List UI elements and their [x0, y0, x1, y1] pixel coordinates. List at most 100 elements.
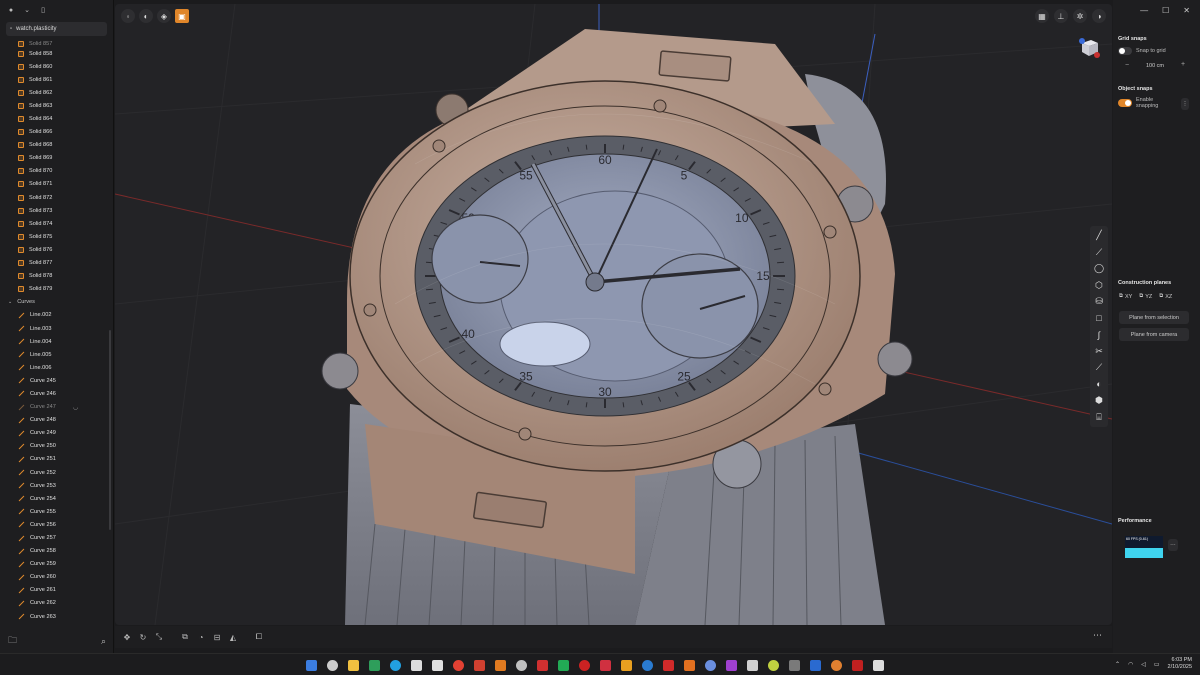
- file-tab[interactable]: ▫ watch.plasticity: [6, 22, 107, 36]
- cut-tool-icon[interactable]: ✂: [1092, 344, 1106, 360]
- render-mode-icon[interactable]: ✲: [1073, 9, 1087, 23]
- plane-button-xy[interactable]: ⧉ XY: [1119, 293, 1132, 300]
- list-item[interactable]: Solid 874: [0, 217, 110, 230]
- taskbar-app-icon[interactable]: [534, 657, 550, 673]
- grid-size-field[interactable]: 100 cm: [1135, 60, 1175, 72]
- list-item[interactable]: Curve 257: [0, 531, 110, 544]
- cylinder-tool-icon[interactable]: ⛁: [1092, 294, 1106, 310]
- taskbar-app-icon[interactable]: [408, 657, 424, 673]
- taskbar-app-icon[interactable]: [345, 657, 361, 673]
- taskbar-app-icon[interactable]: [702, 657, 718, 673]
- taskbar-app-icon[interactable]: [618, 657, 634, 673]
- snap-options-button[interactable]: ⋮: [1181, 98, 1189, 110]
- taskbar-app-icon[interactable]: [387, 657, 403, 673]
- list-item[interactable]: Curve 253: [0, 479, 110, 492]
- list-item[interactable]: Line.003: [0, 322, 110, 335]
- axes-icon[interactable]: ⊥: [1054, 9, 1068, 23]
- taskbar-app-icon[interactable]: [765, 657, 781, 673]
- scale-icon[interactable]: ⤡: [153, 631, 165, 643]
- taskbar-app-icon[interactable]: [807, 657, 823, 673]
- taskbar-app-icon[interactable]: [681, 657, 697, 673]
- performance-options-button[interactable]: ⋯: [1168, 539, 1178, 551]
- list-item[interactable]: Solid 864: [0, 112, 110, 125]
- box-tool-icon[interactable]: ⬢: [1092, 393, 1106, 409]
- list-item[interactable]: Line.005: [0, 348, 110, 361]
- visibility-hidden-icon[interactable]: ◡: [73, 404, 78, 411]
- list-item[interactable]: Curve 250: [0, 440, 110, 453]
- plane-from-selection-button[interactable]: Plane from selection: [1119, 311, 1189, 324]
- duplicate-icon[interactable]: ⧠: [253, 631, 265, 643]
- cylinder-solid-icon[interactable]: ⌸: [1092, 410, 1106, 426]
- plane-from-camera-button[interactable]: Plane from camera: [1119, 328, 1189, 341]
- list-item[interactable]: Solid 878: [0, 270, 110, 283]
- taskbar-app-icon[interactable]: [849, 657, 865, 673]
- chevron-down-icon[interactable]: ⌄: [8, 299, 12, 305]
- trim-tool-icon[interactable]: ⟋: [1092, 360, 1106, 376]
- move-icon[interactable]: ✥: [121, 631, 133, 643]
- plane-button-xz[interactable]: ⧉ XZ: [1159, 293, 1172, 300]
- sidebar-toggle-icon[interactable]: ▯: [38, 5, 48, 15]
- volume-icon[interactable]: ◁: [1141, 661, 1146, 668]
- list-item[interactable]: Solid 876: [0, 243, 110, 256]
- search-icon[interactable]: ⌕: [101, 636, 106, 647]
- list-item[interactable]: Solid 868: [0, 139, 110, 152]
- taskbar-app-icon[interactable]: [471, 657, 487, 673]
- list-item[interactable]: Curve 258: [0, 545, 110, 558]
- plane-button-yz[interactable]: ⧉ YZ: [1139, 293, 1152, 300]
- list-item[interactable]: Solid 870: [0, 165, 110, 178]
- snap-to-grid-toggle[interactable]: [1118, 47, 1132, 55]
- enable-snapping-toggle[interactable]: [1118, 99, 1132, 107]
- list-item[interactable]: Line.002: [0, 309, 110, 322]
- list-item[interactable]: Curve 246: [0, 387, 110, 400]
- taskbar-app-icon[interactable]: [870, 657, 886, 673]
- list-item[interactable]: Solid 875: [0, 230, 110, 243]
- clock[interactable]: 6:03 PM 2/10/2025: [1168, 657, 1192, 671]
- offset-icon[interactable]: ⊟: [211, 631, 223, 643]
- curve-tool-icon[interactable]: ∫: [1092, 327, 1106, 343]
- list-item[interactable]: Curve 249: [0, 427, 110, 440]
- edge-select-icon[interactable]: ◐: [139, 9, 153, 23]
- list-item[interactable]: Solid 861: [0, 73, 110, 86]
- list-item[interactable]: Curve 248: [0, 414, 110, 427]
- list-item[interactable]: Curve 255: [0, 505, 110, 518]
- rectangle-tool-icon[interactable]: □: [1092, 311, 1106, 327]
- start-icon[interactable]: [303, 657, 319, 673]
- wifi-icon[interactable]: ◠: [1128, 661, 1133, 668]
- grid-icon[interactable]: ▦: [1035, 9, 1049, 23]
- boolean-union-icon[interactable]: ⧉: [179, 631, 191, 643]
- list-item[interactable]: Line.006: [0, 361, 110, 374]
- more-options-icon[interactable]: ⋯: [1093, 630, 1102, 641]
- circle-tool-icon[interactable]: ◯: [1092, 261, 1106, 277]
- vertex-select-icon[interactable]: ◦: [121, 9, 135, 23]
- taskbar-app-icon[interactable]: [723, 657, 739, 673]
- view-cube[interactable]: [1078, 36, 1100, 58]
- taskbar-app-icon[interactable]: [429, 657, 445, 673]
- taskbar-app-icon[interactable]: [660, 657, 676, 673]
- chevron-up-icon[interactable]: ⌃: [1115, 661, 1120, 668]
- app-logo-icon[interactable]: ●: [6, 5, 16, 15]
- rotate-icon[interactable]: ↻: [137, 631, 149, 643]
- mirror-icon[interactable]: ◭: [227, 631, 239, 643]
- sphere-tool-icon[interactable]: ◐: [1092, 377, 1106, 393]
- list-item[interactable]: Line.004: [0, 335, 110, 348]
- increment-button[interactable]: +: [1181, 61, 1185, 68]
- minimize-icon[interactable]: —: [1140, 6, 1148, 15]
- list-item[interactable]: Solid 879: [0, 283, 110, 296]
- list-item[interactable]: Curve 245: [0, 374, 110, 387]
- decrement-button[interactable]: −: [1125, 62, 1129, 69]
- taskbar-app-icon[interactable]: [513, 657, 529, 673]
- list-item[interactable]: Curve 260: [0, 571, 110, 584]
- maximize-icon[interactable]: ☐: [1162, 6, 1169, 15]
- fillet-icon[interactable]: ◔: [195, 631, 207, 643]
- taskbar-app-icon[interactable]: [555, 657, 571, 673]
- list-item[interactable]: Solid 866: [0, 126, 110, 139]
- list-item[interactable]: Curve 247 ◡: [0, 401, 110, 414]
- list-item[interactable]: Solid 858: [0, 47, 110, 60]
- list-item[interactable]: Curve 251: [0, 453, 110, 466]
- polyline-tool-icon[interactable]: ⟋: [1092, 245, 1106, 261]
- list-item[interactable]: Curve 262: [0, 597, 110, 610]
- taskbar-app-icon[interactable]: [597, 657, 613, 673]
- taskbar-app-icon[interactable]: [366, 657, 382, 673]
- group-curves[interactable]: ⌄ Curves: [0, 296, 110, 309]
- list-item[interactable]: Solid 857: [0, 40, 110, 47]
